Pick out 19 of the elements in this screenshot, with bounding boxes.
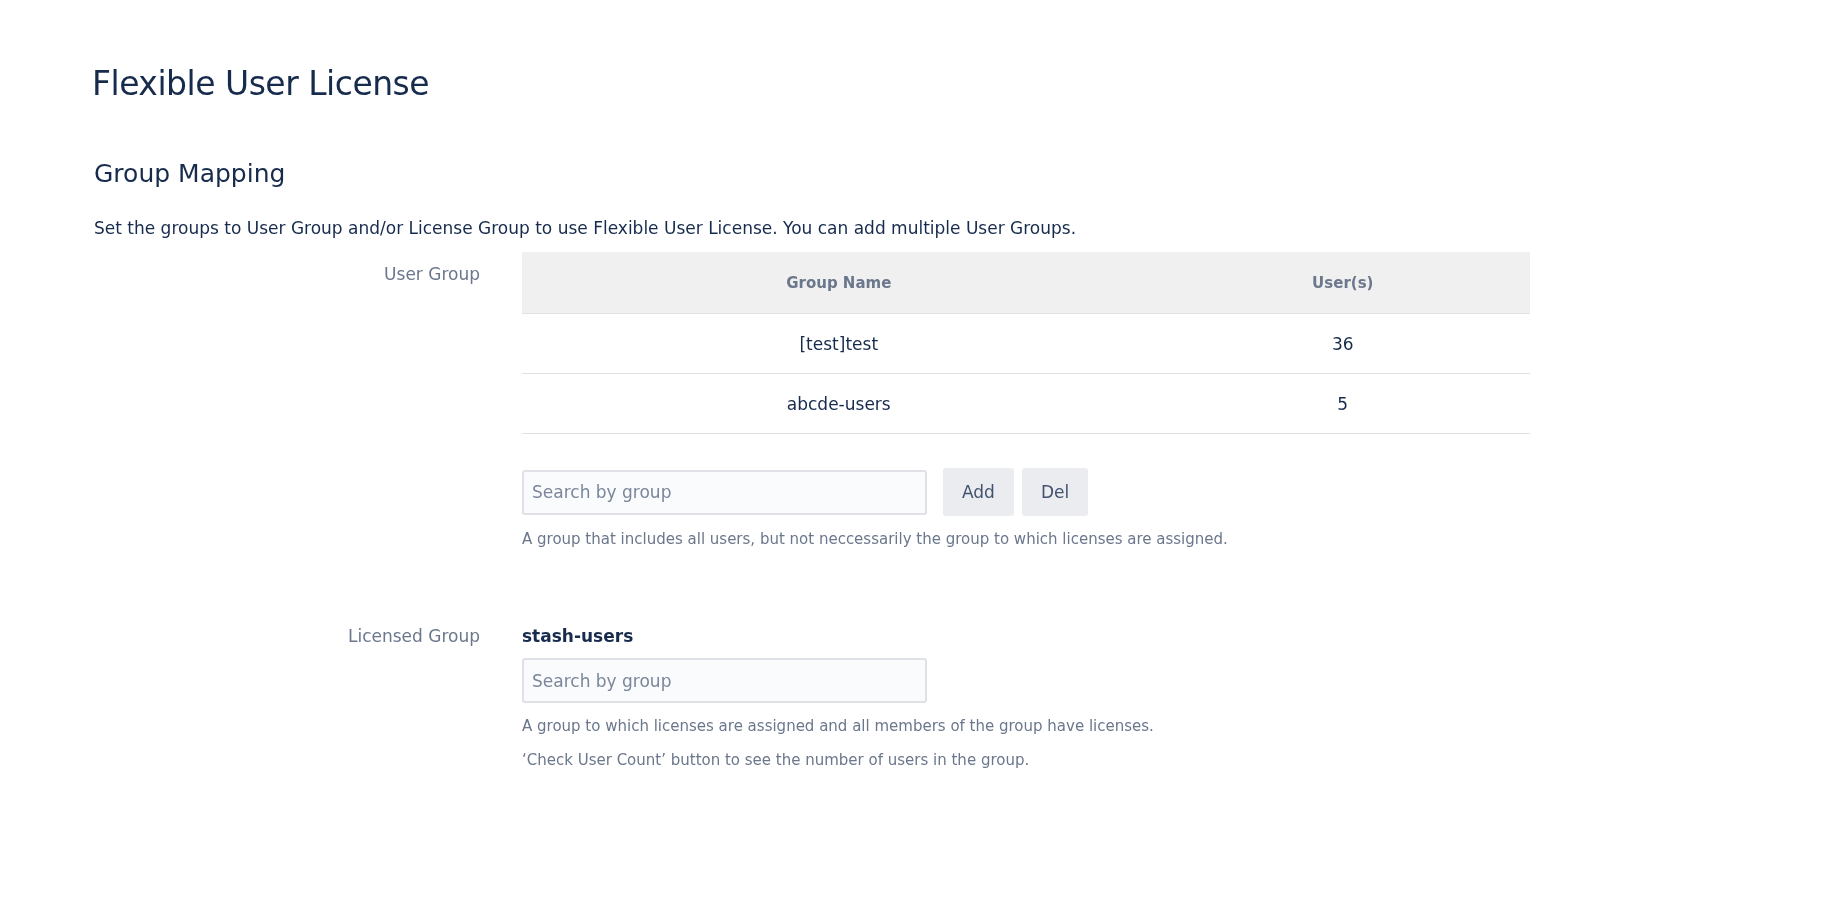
- table-cell: 36: [1155, 313, 1530, 374]
- help-text: A group to which licenses are assigned and all members of the group have licenses.: [522, 716, 1155, 737]
- page-title: Flexible User License: [92, 64, 431, 103]
- section-description: Set the groups to User Group and/or License Group to use Flexible User License. You can add multiple User Groups.: [94, 218, 1078, 238]
- licensed-group-value: stash-users: [522, 626, 635, 646]
- help-text: A group that includes all users, but not neccessarily the group to which licenses are assigned.: [522, 529, 1229, 550]
- group-action-button[interactable]: Del: [1021, 468, 1089, 516]
- column-header: User(s): [1155, 252, 1530, 314]
- field-label: User Group: [383, 263, 480, 284]
- section-heading: Group Mapping: [94, 159, 287, 188]
- field-label: Licensed Group: [346, 626, 480, 646]
- column-header: Group Name: [522, 252, 1156, 314]
- search-field[interactable]: Search by group: [522, 469, 927, 515]
- table-cell: 5: [1155, 373, 1530, 434]
- search-field[interactable]: Search by group: [522, 658, 927, 703]
- table-cell: abcde-users: [522, 373, 1156, 434]
- help-text: ‘Check User Count’ button to see the number of users in the group.: [522, 750, 1031, 771]
- group-action-button[interactable]: Add: [943, 468, 1014, 516]
- table-cell: [test]test: [522, 313, 1156, 374]
